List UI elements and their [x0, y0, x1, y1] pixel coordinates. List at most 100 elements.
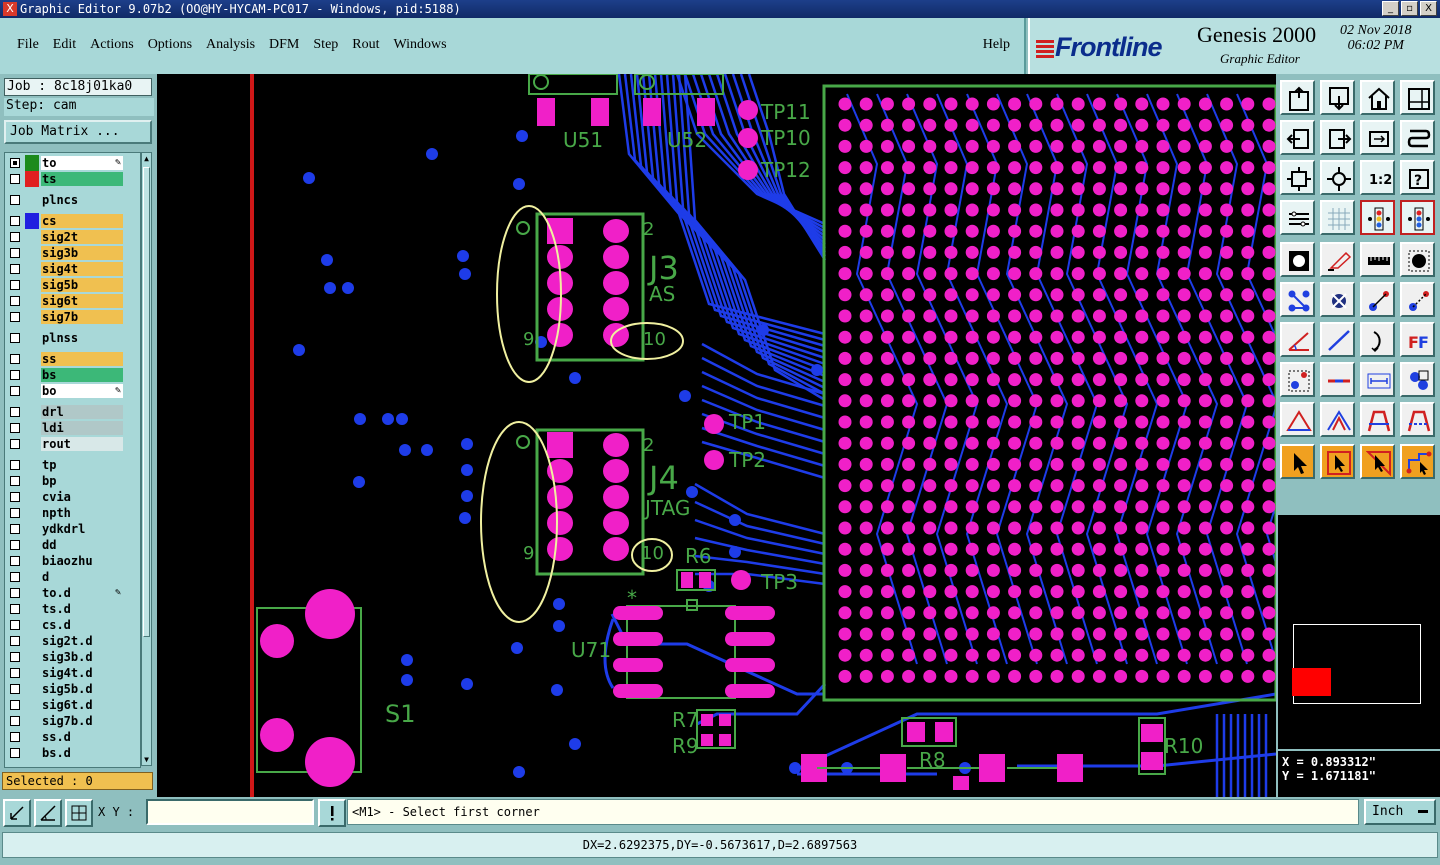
menu-windows[interactable]: Windows — [387, 37, 454, 53]
layer-row-rout[interactable]: rout — [5, 436, 140, 452]
overview-window[interactable] — [1278, 515, 1440, 749]
layer-row-sig2t-d[interactable]: sig2t.d — [5, 633, 140, 649]
layer-name[interactable]: plnss — [41, 331, 123, 345]
layer-name[interactable]: ydkdrl — [41, 522, 123, 536]
layer-checkbox[interactable] — [10, 524, 20, 534]
layer-row-sig5b[interactable]: sig5b — [5, 277, 140, 293]
layer-name[interactable]: d — [41, 570, 123, 584]
layer-checkbox[interactable] — [10, 232, 20, 242]
layer-row-cs[interactable]: cs — [5, 213, 140, 229]
layer-name[interactable]: bo ✎ — [41, 384, 123, 398]
layer-row-ldi[interactable]: ldi — [5, 420, 140, 436]
connect-tool[interactable] — [1360, 282, 1395, 317]
layer-row-sig4t-d[interactable]: sig4t.d — [5, 665, 140, 681]
layer-checkbox[interactable] — [10, 652, 20, 662]
overview-view-indicator[interactable] — [1292, 668, 1331, 696]
arch-tool[interactable] — [1360, 402, 1395, 437]
layer-name[interactable]: cs — [41, 214, 123, 228]
layer-row-tp[interactable]: tp — [5, 457, 140, 473]
font-tool[interactable]: FF — [1400, 322, 1435, 357]
left-frame-tool[interactable] — [1280, 120, 1315, 155]
arch-2-tool[interactable] — [1400, 402, 1435, 437]
layer-checkbox[interactable] — [10, 476, 20, 486]
layer-row-sig7b[interactable]: sig7b — [5, 309, 140, 325]
grid-tool[interactable] — [1320, 200, 1355, 235]
feature-tool[interactable] — [1280, 362, 1315, 397]
layer-name[interactable]: sig7b — [41, 310, 123, 324]
layer-checkbox[interactable] — [10, 732, 20, 742]
layer-row-plncs[interactable]: plncs — [5, 192, 140, 208]
scroll-up-icon[interactable]: ▲ — [142, 153, 151, 164]
net-tool[interactable] — [1280, 282, 1315, 317]
layer-name[interactable]: bp — [41, 474, 123, 488]
layer-row-d[interactable]: d — [5, 569, 140, 585]
layer-colors-alt-tool[interactable] — [1400, 200, 1435, 235]
line-angle-tool[interactable] — [1280, 322, 1315, 357]
layer-row-cvia[interactable]: cvia — [5, 489, 140, 505]
layer-row-bo[interactable]: bo ✎ — [5, 383, 140, 399]
shape-tool[interactable] — [1320, 242, 1355, 277]
layer-row-sig6t-d[interactable]: sig6t.d — [5, 697, 140, 713]
layer-checkbox[interactable] — [10, 716, 20, 726]
xy-input[interactable] — [146, 799, 314, 825]
layer-name[interactable]: sig7b.d — [41, 714, 123, 728]
layer-name[interactable]: cs.d — [41, 618, 123, 632]
triangle-tool[interactable] — [1280, 402, 1315, 437]
layer-checkbox[interactable] — [10, 296, 20, 306]
alert-icon[interactable] — [318, 799, 346, 827]
layer-name[interactable]: to ✎ — [41, 156, 123, 170]
layer-row-npth[interactable]: npth — [5, 505, 140, 521]
angle-snap-icon[interactable] — [34, 799, 62, 827]
layer-checkbox[interactable] — [10, 280, 20, 290]
layer-name[interactable]: biaozhu — [41, 554, 123, 568]
layer-row-dd[interactable]: dd — [5, 537, 140, 553]
layer-checkbox[interactable] — [10, 248, 20, 258]
layer-row-biaozhu[interactable]: biaozhu — [5, 553, 140, 569]
scroll-down-icon[interactable]: ▼ — [142, 754, 151, 765]
cross-tool[interactable] — [1320, 282, 1355, 317]
layer-row-sig5b-d[interactable]: sig5b.d — [5, 681, 140, 697]
layer-row-bs[interactable]: bs — [5, 367, 140, 383]
group-tool[interactable] — [1400, 362, 1435, 397]
layer-name[interactable]: dd — [41, 538, 123, 552]
layer-row-ydkdrl[interactable]: ydkdrl — [5, 521, 140, 537]
pad-tool[interactable] — [1280, 242, 1315, 277]
layer-checkbox[interactable] — [10, 370, 20, 380]
layer-checkbox[interactable] — [10, 216, 20, 226]
menu-help[interactable]: Help — [983, 37, 1010, 53]
pcb-drawing[interactable] — [157, 74, 1276, 797]
layer-name[interactable]: sig3b — [41, 246, 123, 260]
select-arrow-tool[interactable] — [1280, 444, 1315, 479]
pcb-canvas[interactable]: U51 U52 TP11 TP10 TP12 2 J3 AS 9 10 TP1 … — [157, 74, 1276, 797]
layer-row-cs-d[interactable]: cs.d — [5, 617, 140, 633]
layer-checkbox[interactable] — [10, 439, 20, 449]
layer-checkbox[interactable] — [10, 333, 20, 343]
menu-dfm[interactable]: DFM — [262, 37, 306, 53]
grid-snap-icon[interactable] — [65, 799, 93, 827]
layer-colors-tool[interactable] — [1360, 200, 1395, 235]
fit-all-tool[interactable] — [1280, 160, 1315, 195]
layer-row-drl[interactable]: drl — [5, 404, 140, 420]
layer-name[interactable]: bs.d — [41, 746, 123, 760]
layer-name[interactable]: tp — [41, 458, 123, 472]
menu-rout[interactable]: Rout — [345, 37, 386, 53]
layer-row-ss[interactable]: ss — [5, 351, 140, 367]
minimize-button[interactable]: _ — [1382, 1, 1399, 16]
select-net-tool[interactable] — [1400, 444, 1435, 479]
split-view-tool[interactable] — [1400, 80, 1435, 115]
circle-pad-tool[interactable] — [1400, 242, 1435, 277]
layer-checkbox[interactable] — [10, 636, 20, 646]
scroll-thumb[interactable] — [143, 167, 150, 637]
layer-row-sig3b-d[interactable]: sig3b.d — [5, 649, 140, 665]
layer-name[interactable]: ss — [41, 352, 123, 366]
layer-name[interactable]: bs — [41, 368, 123, 382]
right-frame-tool[interactable] — [1320, 120, 1355, 155]
snake-tool[interactable] — [1400, 120, 1435, 155]
menu-options[interactable]: Options — [141, 37, 199, 53]
layer-row-ts[interactable]: ts — [5, 171, 140, 187]
arc-tool[interactable] — [1360, 322, 1395, 357]
top-frame-tool[interactable] — [1280, 80, 1315, 115]
layer-row-to-d[interactable]: to.d ✎ — [5, 585, 140, 601]
layer-row-to[interactable]: to ✎ — [5, 155, 140, 171]
pan-tool[interactable] — [1360, 120, 1395, 155]
